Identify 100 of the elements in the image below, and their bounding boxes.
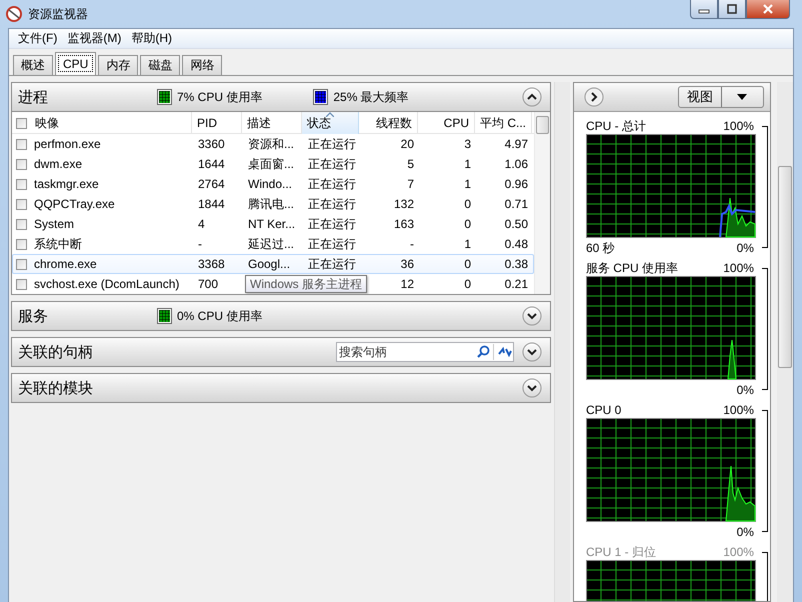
column-header[interactable]: PID xyxy=(192,112,242,134)
table-cell-text: 132 xyxy=(392,197,415,211)
time-span-label: 60 秒 xyxy=(586,240,615,256)
tab[interactable]: 概述 xyxy=(13,55,53,75)
tab[interactable]: 磁盘 xyxy=(140,55,180,75)
table-cell-text: 1644 xyxy=(197,157,226,171)
checkbox[interactable] xyxy=(16,118,27,128)
close-icon xyxy=(762,4,774,14)
section-header[interactable]: 服务 0% CPU 使用率 xyxy=(11,301,551,331)
process-row[interactable]: chrome.exe 3368 Googl... 正在运行 36 0 0.38 xyxy=(12,254,534,274)
graph-title: 服务 CPU 使用率 xyxy=(586,260,678,276)
process-row[interactable]: perfmon.exe 3360 资源和... 正在运行 20 3 4.97 xyxy=(12,134,534,154)
table-cell-text: 0.38 xyxy=(504,257,529,271)
tab[interactable]: CPU xyxy=(55,52,96,75)
scrollbar[interactable] xyxy=(777,82,794,602)
column-header[interactable]: 状态 xyxy=(302,112,359,134)
close-button[interactable] xyxy=(746,0,790,19)
table-cell-text: 1 xyxy=(463,177,472,191)
checkbox[interactable] xyxy=(16,218,27,230)
expand-button[interactable] xyxy=(584,87,604,107)
process-row[interactable]: dwm.exe 1644 桌面窗... 正在运行 5 1 1.06 xyxy=(12,154,534,174)
table-cell: QQPCTray.exe xyxy=(34,197,115,211)
expand-button[interactable] xyxy=(522,306,542,326)
section-header[interactable]: 关联的模块 xyxy=(11,373,551,403)
checkbox[interactable] xyxy=(16,138,27,150)
checkbox[interactable] xyxy=(16,278,27,290)
process-row[interactable]: taskmgr.exe 2764 Windo... 正在运行 7 1 0.96 xyxy=(12,174,534,194)
sort-icon xyxy=(326,112,334,117)
table-cell: svchost.exe (DcomLaunch) xyxy=(34,277,180,291)
checkbox[interactable] xyxy=(16,258,27,270)
column-header[interactable]: 线程数 xyxy=(359,112,418,134)
graph-title: CPU 1 - 归位 xyxy=(586,544,656,560)
minimize-button[interactable] xyxy=(690,0,718,19)
table-cell-text: 20 xyxy=(400,137,415,151)
section-header[interactable]: 关联的句柄 搜索句柄 xyxy=(11,337,551,367)
search-box[interactable]: 搜索句柄 xyxy=(336,342,514,362)
collapse-button[interactable] xyxy=(522,87,542,107)
checkbox[interactable] xyxy=(16,158,27,170)
tab[interactable]: 内存 xyxy=(98,55,138,75)
dropdown-arrow-icon xyxy=(737,94,748,100)
section-title: 服务 xyxy=(18,306,49,326)
table-cell-text: 1 xyxy=(463,157,472,171)
legend-label: 7% CPU 使用率 xyxy=(177,88,262,106)
search-icon[interactable] xyxy=(476,345,490,359)
table-cell-text: 0 xyxy=(463,277,472,291)
column-label: 状态 xyxy=(307,114,331,132)
table-cell-text: Googl... xyxy=(247,257,292,271)
view-dropdown[interactable]: 视图 xyxy=(678,86,764,108)
table-cell-text: 4.97 xyxy=(504,137,529,151)
table-cell-text: - xyxy=(197,237,203,251)
scale-min-label: 0% xyxy=(736,240,754,256)
process-row[interactable]: svchost.exe (DcomLaunch) 700 Windows 服务主进程 12 0 0.21 xyxy=(12,274,534,294)
process-row[interactable]: 系统中断 - 延迟过... 正在运行 - 1 0.48 xyxy=(12,234,534,254)
table-cell-text: 0 xyxy=(463,197,472,211)
tab[interactable]: 网络 xyxy=(182,55,222,75)
table-cell: dwm.exe xyxy=(34,157,82,171)
column-header[interactable]: CPU xyxy=(418,112,475,134)
table-cell-text: 正在运行 xyxy=(307,136,357,152)
search-field[interactable]: 搜索句柄 xyxy=(337,345,476,359)
table-cell-text: 正在运行 xyxy=(307,176,357,192)
table-cell-text: 1844 xyxy=(197,197,226,211)
expand-button[interactable] xyxy=(522,342,542,362)
checkbox[interactable] xyxy=(16,178,27,190)
column-label: 映像 xyxy=(35,114,59,132)
app-icon xyxy=(6,6,22,22)
table-cell-text: 1.06 xyxy=(504,157,529,171)
table-cell-text: 桌面窗... xyxy=(247,156,296,172)
legend-label: 0% CPU 使用率 xyxy=(177,308,262,324)
checkbox[interactable] xyxy=(16,198,27,210)
table-cell-text: 0.71 xyxy=(504,197,529,211)
table-cell-text: 正在运行 xyxy=(307,156,357,172)
table-cell-text: 3 xyxy=(463,137,472,151)
table-cell-text: 0.48 xyxy=(504,237,529,251)
table-cell-text: 资源和... xyxy=(247,136,296,152)
table-cell-text: 7 xyxy=(406,177,415,191)
scrollbar[interactable] xyxy=(534,112,550,294)
table-cell-text: 12 xyxy=(400,277,415,291)
table-cell-text: 163 xyxy=(392,217,415,231)
table-cell-text: NT Ker... xyxy=(247,217,296,231)
process-row[interactable]: System 4 NT Ker... 正在运行 163 0 0.50 xyxy=(12,214,534,234)
scale-min-label: 0% xyxy=(736,382,754,398)
process-row[interactable]: QQPCTray.exe 1844 腾讯电... 正在运行 132 0 0.71 xyxy=(12,194,534,214)
scale-max-label: 100% xyxy=(723,260,754,276)
checkbox[interactable] xyxy=(16,238,27,250)
graph-title: CPU - 总计 xyxy=(586,118,646,134)
expand-button[interactable] xyxy=(522,378,542,398)
maximize-button[interactable] xyxy=(718,0,746,19)
section-header[interactable]: 进程 7% CPU 使用率 25% 最大频率 xyxy=(11,82,551,112)
menu-item[interactable]: 帮助(H) xyxy=(126,30,177,47)
table-cell-text: 0 xyxy=(463,217,472,231)
table-cell-text: 0 xyxy=(463,257,472,271)
restore-icon xyxy=(726,4,738,14)
scale-max-label: 100% xyxy=(723,402,754,418)
table-cell-text: 正在运行 xyxy=(307,196,357,212)
column-header[interactable]: 映像 xyxy=(12,112,192,134)
column-header[interactable]: 平均 C... xyxy=(475,112,532,134)
menu-item[interactable]: 文件(F) xyxy=(13,30,62,47)
scale-max-label: 100% xyxy=(723,544,754,560)
menu-item[interactable]: 监视器(M) xyxy=(62,30,126,47)
refresh-icon[interactable] xyxy=(497,345,513,359)
